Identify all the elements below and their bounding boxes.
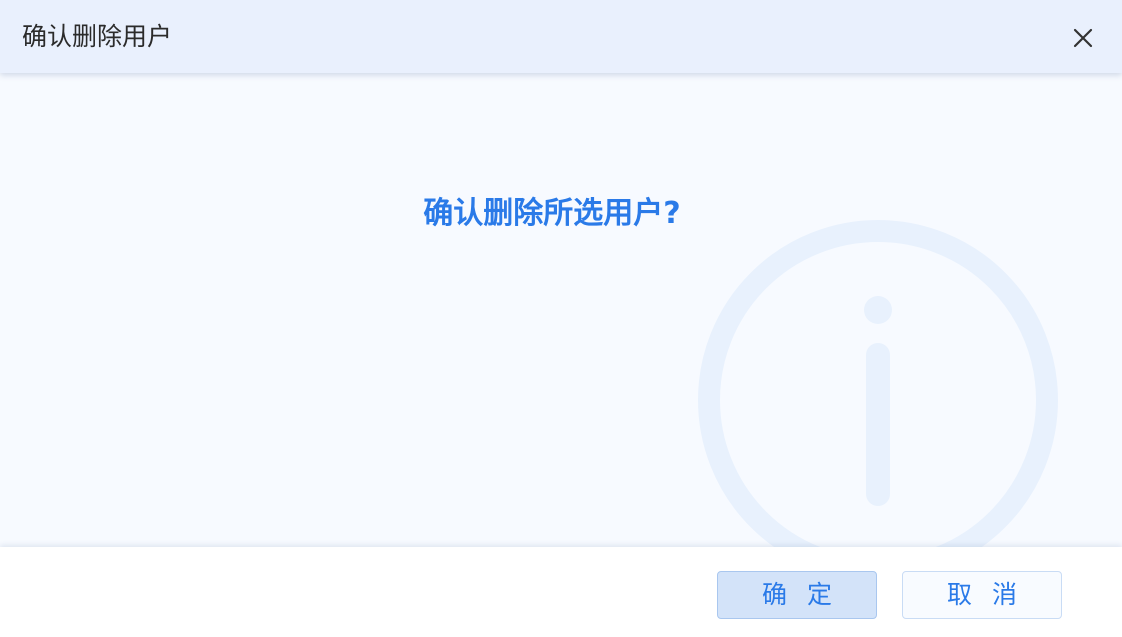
dialog-title: 确认删除用户 <box>22 22 173 51</box>
cancel-button[interactable]: 取 消 <box>902 571 1062 619</box>
confirm-message: 确认删除所选用户? <box>423 196 681 231</box>
info-icon <box>698 220 1058 547</box>
dialog-header: 确认删除用户 <box>0 0 1122 73</box>
dialog-footer: 确 定 取 消 <box>0 547 1122 637</box>
close-button[interactable] <box>1068 23 1098 53</box>
dialog-body: 确认删除所选用户? <box>0 73 1122 547</box>
confirm-button[interactable]: 确 定 <box>717 571 877 619</box>
confirm-delete-dialog: 确认删除用户 确认删除所选用户? 确 定 取 消 <box>0 0 1122 637</box>
close-icon <box>1073 28 1093 48</box>
